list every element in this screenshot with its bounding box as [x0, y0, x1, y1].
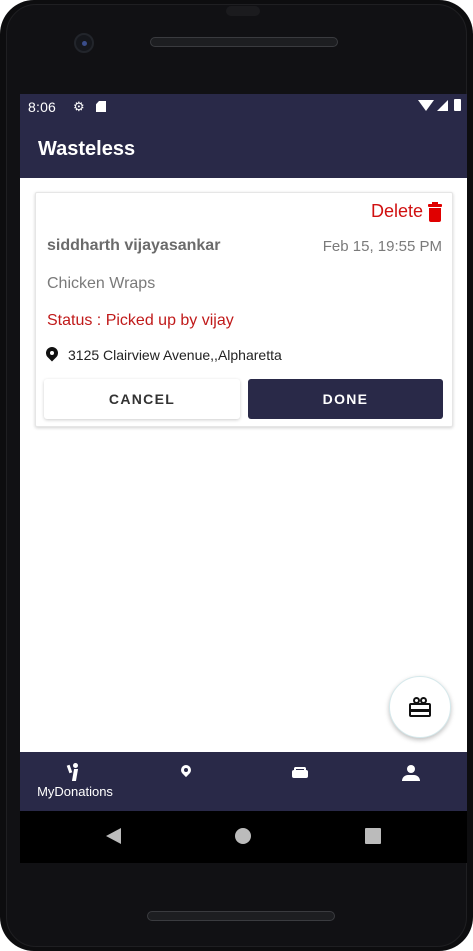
bottom-navigation: MyDonations — [20, 752, 467, 811]
device-frame: 8:06 ⚙ Wasteless Delete siddharth vijaya… — [0, 0, 473, 951]
sd-card-icon — [96, 101, 106, 112]
donation-date: Feb 15, 19:55 PM — [322, 238, 442, 255]
gear-icon: ⚙ — [73, 99, 85, 114]
person-waving-icon — [66, 763, 82, 781]
add-donation-fab[interactable] — [389, 676, 451, 738]
done-button[interactable]: DONE — [248, 379, 443, 419]
gift-icon — [409, 697, 431, 717]
trash-icon[interactable] — [428, 201, 442, 222]
home-icon[interactable] — [235, 828, 251, 844]
back-icon[interactable] — [106, 828, 121, 844]
pickup-status: Status : Picked up by vijay — [47, 312, 234, 329]
food-item-name: Chicken Wraps — [47, 275, 156, 292]
nav-item-pickups[interactable] — [274, 752, 326, 811]
wifi-icon — [418, 99, 434, 111]
person-icon — [402, 765, 420, 781]
status-bar: 8:06 ⚙ — [20, 94, 467, 120]
car-icon — [292, 767, 308, 779]
location-pin-icon — [43, 344, 61, 363]
bottom-speaker — [147, 911, 335, 921]
status-indicators — [418, 99, 461, 111]
donor-name: siddharth vijayasankar — [47, 237, 221, 254]
address-row: 3125 Clairview Avenue,,Alpharetta — [43, 344, 282, 363]
app-title: Wasteless — [38, 138, 136, 160]
nav-label-mydonations: MyDonations — [37, 784, 113, 799]
nav-item-profile[interactable] — [385, 752, 437, 811]
device-notch — [226, 6, 260, 16]
app-bar: Wasteless — [20, 120, 467, 178]
earpiece-speaker — [150, 37, 338, 47]
cancel-button[interactable]: CANCEL — [44, 379, 240, 419]
nav-item-mydonations[interactable]: MyDonations — [30, 752, 120, 811]
location-pin-icon — [178, 762, 194, 779]
donation-card: Delete siddharth vijayasankar Feb 15, 19… — [35, 192, 453, 427]
front-camera — [74, 33, 94, 53]
delete-button[interactable]: Delete — [371, 201, 442, 222]
app-screen: 8:06 ⚙ Wasteless Delete siddharth vijaya… — [20, 94, 467, 863]
battery-icon — [454, 99, 461, 111]
recents-icon[interactable] — [365, 828, 381, 844]
pickup-address: 3125 Clairview Avenue,,Alpharetta — [68, 347, 282, 363]
system-navigation-bar — [20, 811, 467, 863]
delete-label: Delete — [370, 201, 423, 221]
signal-icon — [437, 99, 448, 111]
status-time: 8:06 — [28, 99, 57, 115]
nav-item-map[interactable] — [160, 752, 212, 811]
